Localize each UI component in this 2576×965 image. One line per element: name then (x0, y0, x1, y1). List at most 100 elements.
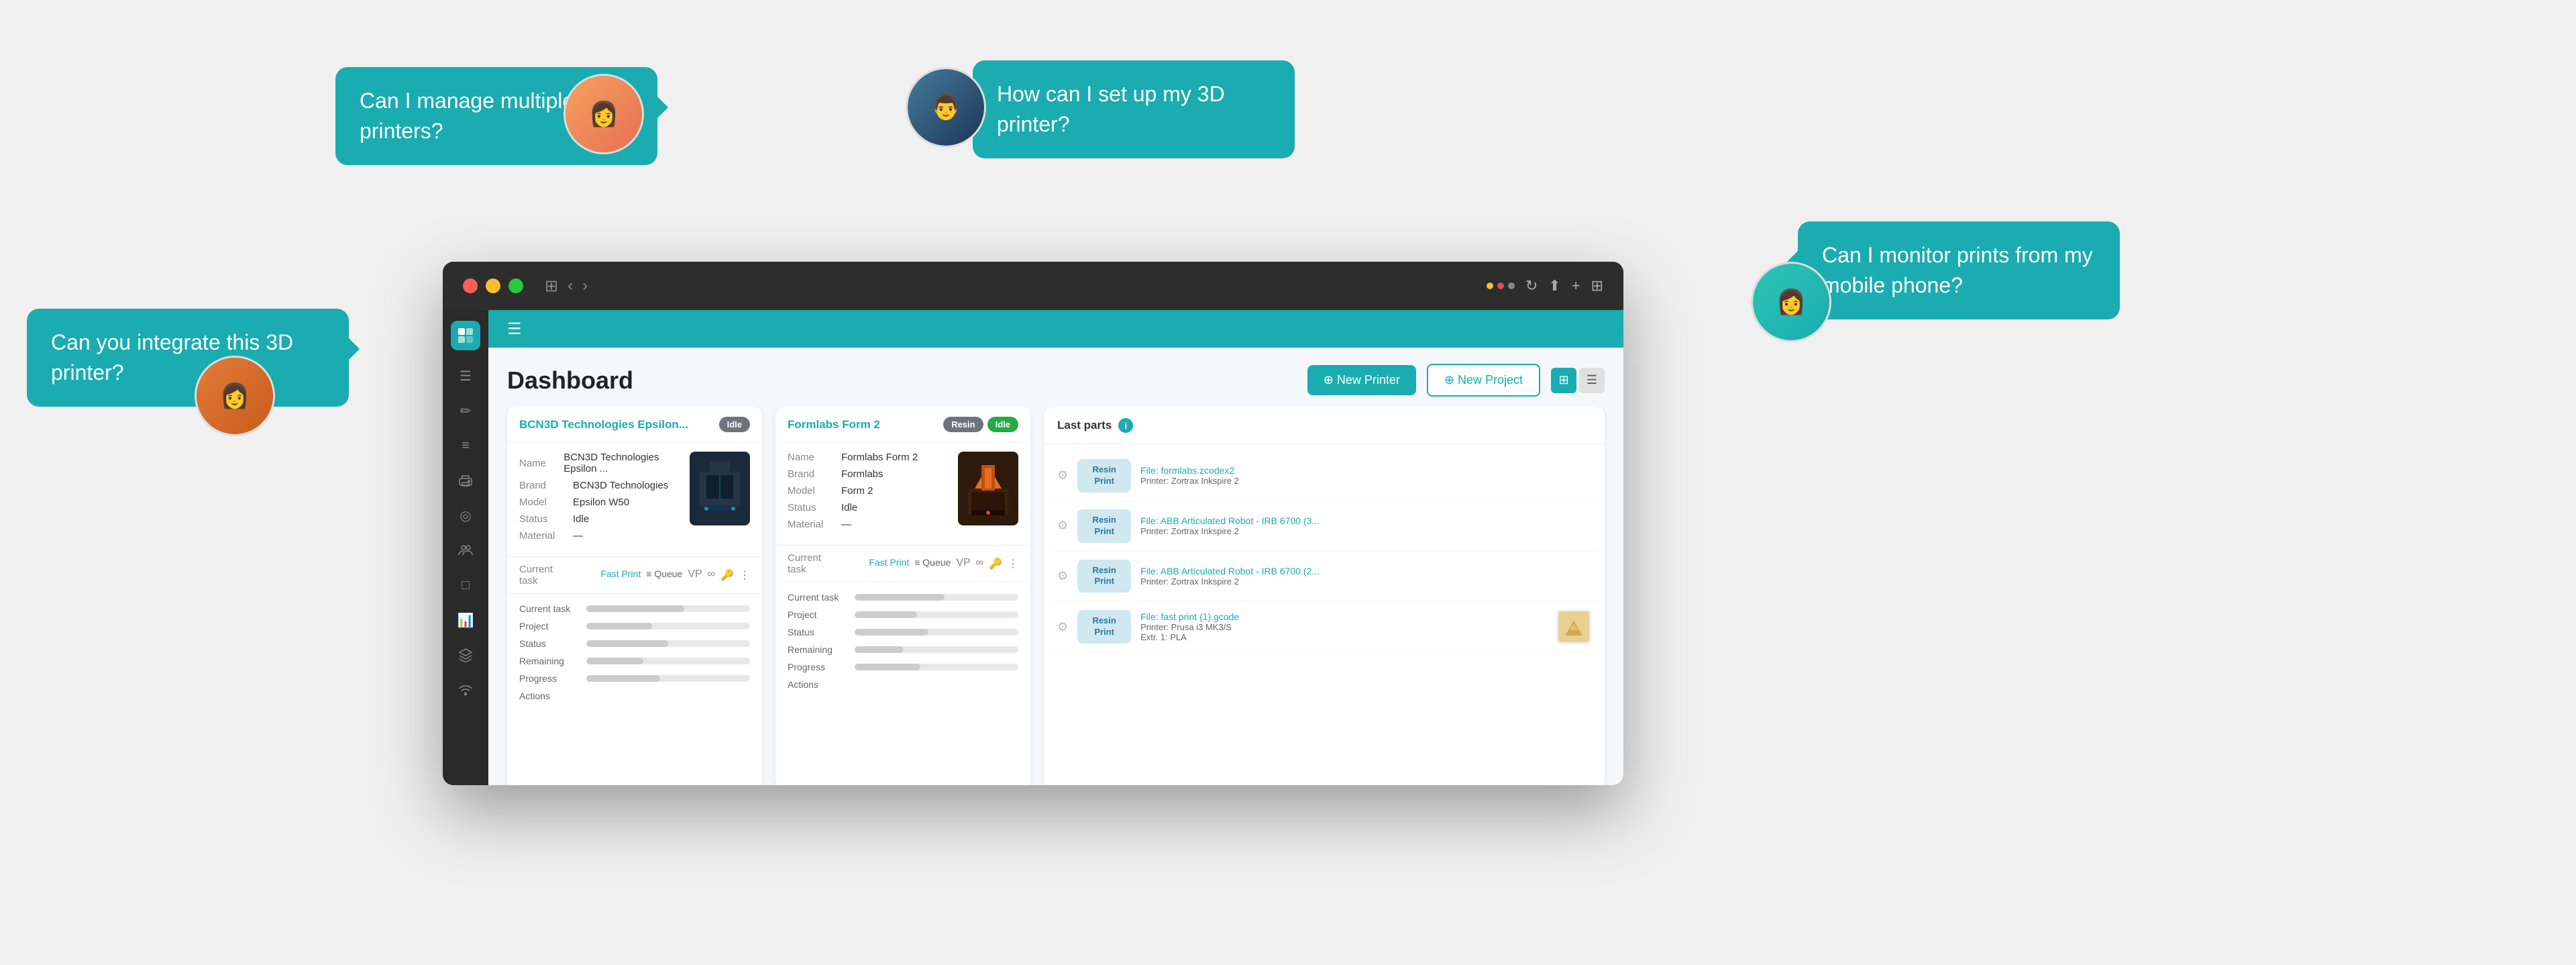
detail-value-name-1: BCN3D Technologies Epsilon ... (564, 452, 682, 474)
main-content: ☰ Dashboard ⊕ New Printer ⊕ New Project … (488, 310, 1623, 785)
key-icon-2[interactable]: 🔑 (989, 557, 1002, 570)
part-info-3: File: ABB Articulated Robot - IRB 6700 (… (1140, 566, 1591, 587)
task-bar-progress-2 (855, 664, 1018, 670)
task-bar-progress-1 (586, 675, 750, 682)
task-bar-current-2 (855, 594, 1018, 601)
sidebar-icon-wifi[interactable] (451, 675, 480, 705)
browser-nav: ⊞ ‹ › (545, 276, 588, 296)
task-bar-fill-remaining-2 (855, 646, 904, 653)
task-bar-fill-current-1 (586, 605, 684, 612)
avatar-2: 👨 (906, 67, 986, 148)
part-settings-icon-4[interactable]: ⚙ (1057, 620, 1068, 634)
sidebar-toggle-icon[interactable]: ⊞ (545, 276, 558, 296)
part-file-3[interactable]: File: ABB Articulated Robot - IRB 6700 (… (1140, 566, 1591, 576)
detail-value-status-2: Idle (841, 502, 857, 513)
printer-card-formlabs: Formlabs Form 2 Resin Idle Name Formlabs… (775, 407, 1030, 785)
part-settings-icon-2[interactable]: ⚙ (1057, 519, 1068, 533)
current-task-label-1: Current task (519, 564, 573, 587)
part-settings-icon-1[interactable]: ⚙ (1057, 468, 1068, 482)
task-row-project-1: Project (519, 621, 750, 631)
queue-link-1[interactable]: ≡ Queue (646, 568, 682, 582)
link-icon-1[interactable]: ∞ (708, 568, 715, 582)
task-section-1: Current task Project Statu (507, 593, 762, 717)
task-label-remaining-1: Remaining (519, 656, 586, 666)
traffic-light-yellow[interactable] (486, 278, 500, 293)
part-file-4[interactable]: File: fast print (1).gcode (1140, 611, 1547, 622)
detail-label-name-1: Name (519, 458, 564, 469)
traffic-lights (463, 278, 523, 293)
task-row-current-1: Current task (519, 603, 750, 614)
detail-label-brand-1: Brand (519, 480, 573, 491)
avatar-3: 👩 (195, 356, 275, 436)
detail-label-model-1: Model (519, 497, 573, 508)
detail-row-status-2: Status Idle (788, 502, 950, 513)
part-file-1[interactable]: File: formlabs.zcodex2 (1140, 465, 1591, 476)
task-row-remaining-1: Remaining (519, 656, 750, 666)
detail-row-brand-2: Brand Formlabs (788, 468, 950, 480)
sidebar-icon-edit[interactable]: ✏ (451, 396, 480, 425)
panel-header: Last parts i (1044, 407, 1605, 444)
task-bar-project-1 (586, 623, 750, 629)
queue-link-2[interactable]: ≡ Queue (914, 557, 951, 570)
refresh-icon[interactable]: ↻ (1525, 277, 1538, 295)
action-icons-2: Fast Print ≡ Queue VP ∞ 🔑 ⋮ (869, 557, 1018, 570)
fast-print-link-2[interactable]: Fast Print (869, 557, 909, 570)
traffic-light-red[interactable] (463, 278, 478, 293)
forward-icon[interactable]: › (582, 276, 588, 295)
more-icon-1[interactable]: ⋮ (739, 568, 750, 582)
part-thumbnail-4 (1556, 609, 1591, 644)
new-project-button[interactable]: ⊕ New Project (1427, 364, 1540, 397)
more-icon-2[interactable]: ⋮ (1008, 557, 1018, 570)
avatar-1: 👩 (564, 74, 644, 154)
sidebar-icon-chart[interactable]: 📊 (451, 605, 480, 635)
speech-bubble-3: Can you integrate this 3D printer? (27, 309, 349, 407)
fast-print-link-1[interactable]: Fast Print (600, 568, 641, 582)
sidebar-icon-printer[interactable] (451, 466, 480, 495)
printer-details-2: Name Formlabs Form 2 Brand Formlabs Mode… (788, 452, 950, 536)
detail-value-model-2: Form 2 (841, 485, 873, 497)
detail-label-name-2: Name (788, 452, 841, 463)
back-icon[interactable]: ‹ (568, 276, 573, 295)
speech-bubble-4: Can I monitor prints from my mobile phon… (1798, 221, 2120, 319)
printer-image-2 (958, 452, 1018, 525)
add-tab-icon[interactable]: + (1572, 277, 1580, 295)
action-icons-1: Fast Print ≡ Queue VP ∞ 🔑 ⋮ (600, 568, 750, 582)
hamburger-menu-icon[interactable]: ☰ (507, 319, 522, 339)
part-settings-icon-3[interactable]: ⚙ (1057, 569, 1068, 583)
vp-icon-2[interactable]: VP (956, 557, 970, 570)
list-view-button[interactable]: ☰ (1579, 368, 1605, 393)
info-icon[interactable]: i (1118, 418, 1133, 433)
key-icon-1[interactable]: 🔑 (720, 568, 734, 582)
page-title: Dashboard (507, 366, 633, 395)
grid-icon[interactable]: ⊞ (1591, 277, 1603, 295)
header-actions: ⊕ New Printer ⊕ New Project ⊞ ☰ (1307, 364, 1605, 397)
part-item-4: ⚙ Resin Print File: fast print (1).gcode… (1051, 601, 1598, 653)
printer-actions-1: Current task Fast Print ≡ Queue VP ∞ 🔑 ⋮ (507, 556, 762, 593)
task-label-progress-2: Progress (788, 662, 855, 672)
sidebar-icon-circle[interactable]: ◎ (451, 501, 480, 530)
sidebar-icon-square[interactable]: □ (451, 570, 480, 600)
task-bar-fill-progress-1 (586, 675, 660, 682)
link-icon-2[interactable]: ∞ (976, 557, 983, 570)
detail-row-name-1: Name BCN3D Technologies Epsilon ... (519, 452, 682, 474)
task-bar-status-1 (586, 640, 750, 647)
task-label-progress-1: Progress (519, 673, 586, 684)
sidebar-icon-layers[interactable] (451, 640, 480, 670)
sidebar: ☰ ✏ ≡ ◎ □ 📊 (443, 310, 488, 785)
panel-title: Last parts (1057, 419, 1112, 432)
detail-label-model-2: Model (788, 485, 841, 497)
detail-value-name-2: Formlabs Form 2 (841, 452, 918, 463)
detail-value-material-2: — (841, 519, 851, 530)
grid-view-button[interactable]: ⊞ (1551, 368, 1576, 393)
app-logo[interactable] (451, 321, 480, 350)
vp-icon-1[interactable]: VP (688, 568, 702, 582)
sidebar-icon-list[interactable]: ≡ (451, 431, 480, 460)
traffic-light-green[interactable] (508, 278, 523, 293)
new-printer-button[interactable]: ⊕ New Printer (1307, 365, 1416, 395)
part-file-2[interactable]: File: ABB Articulated Robot - IRB 6700 (… (1140, 515, 1591, 526)
printer-image-1 (690, 452, 750, 525)
sidebar-icon-users[interactable] (451, 536, 480, 565)
sidebar-icon-menu[interactable]: ☰ (451, 361, 480, 391)
task-label-project-1: Project (519, 621, 586, 631)
share-icon[interactable]: ⬆ (1548, 277, 1560, 295)
